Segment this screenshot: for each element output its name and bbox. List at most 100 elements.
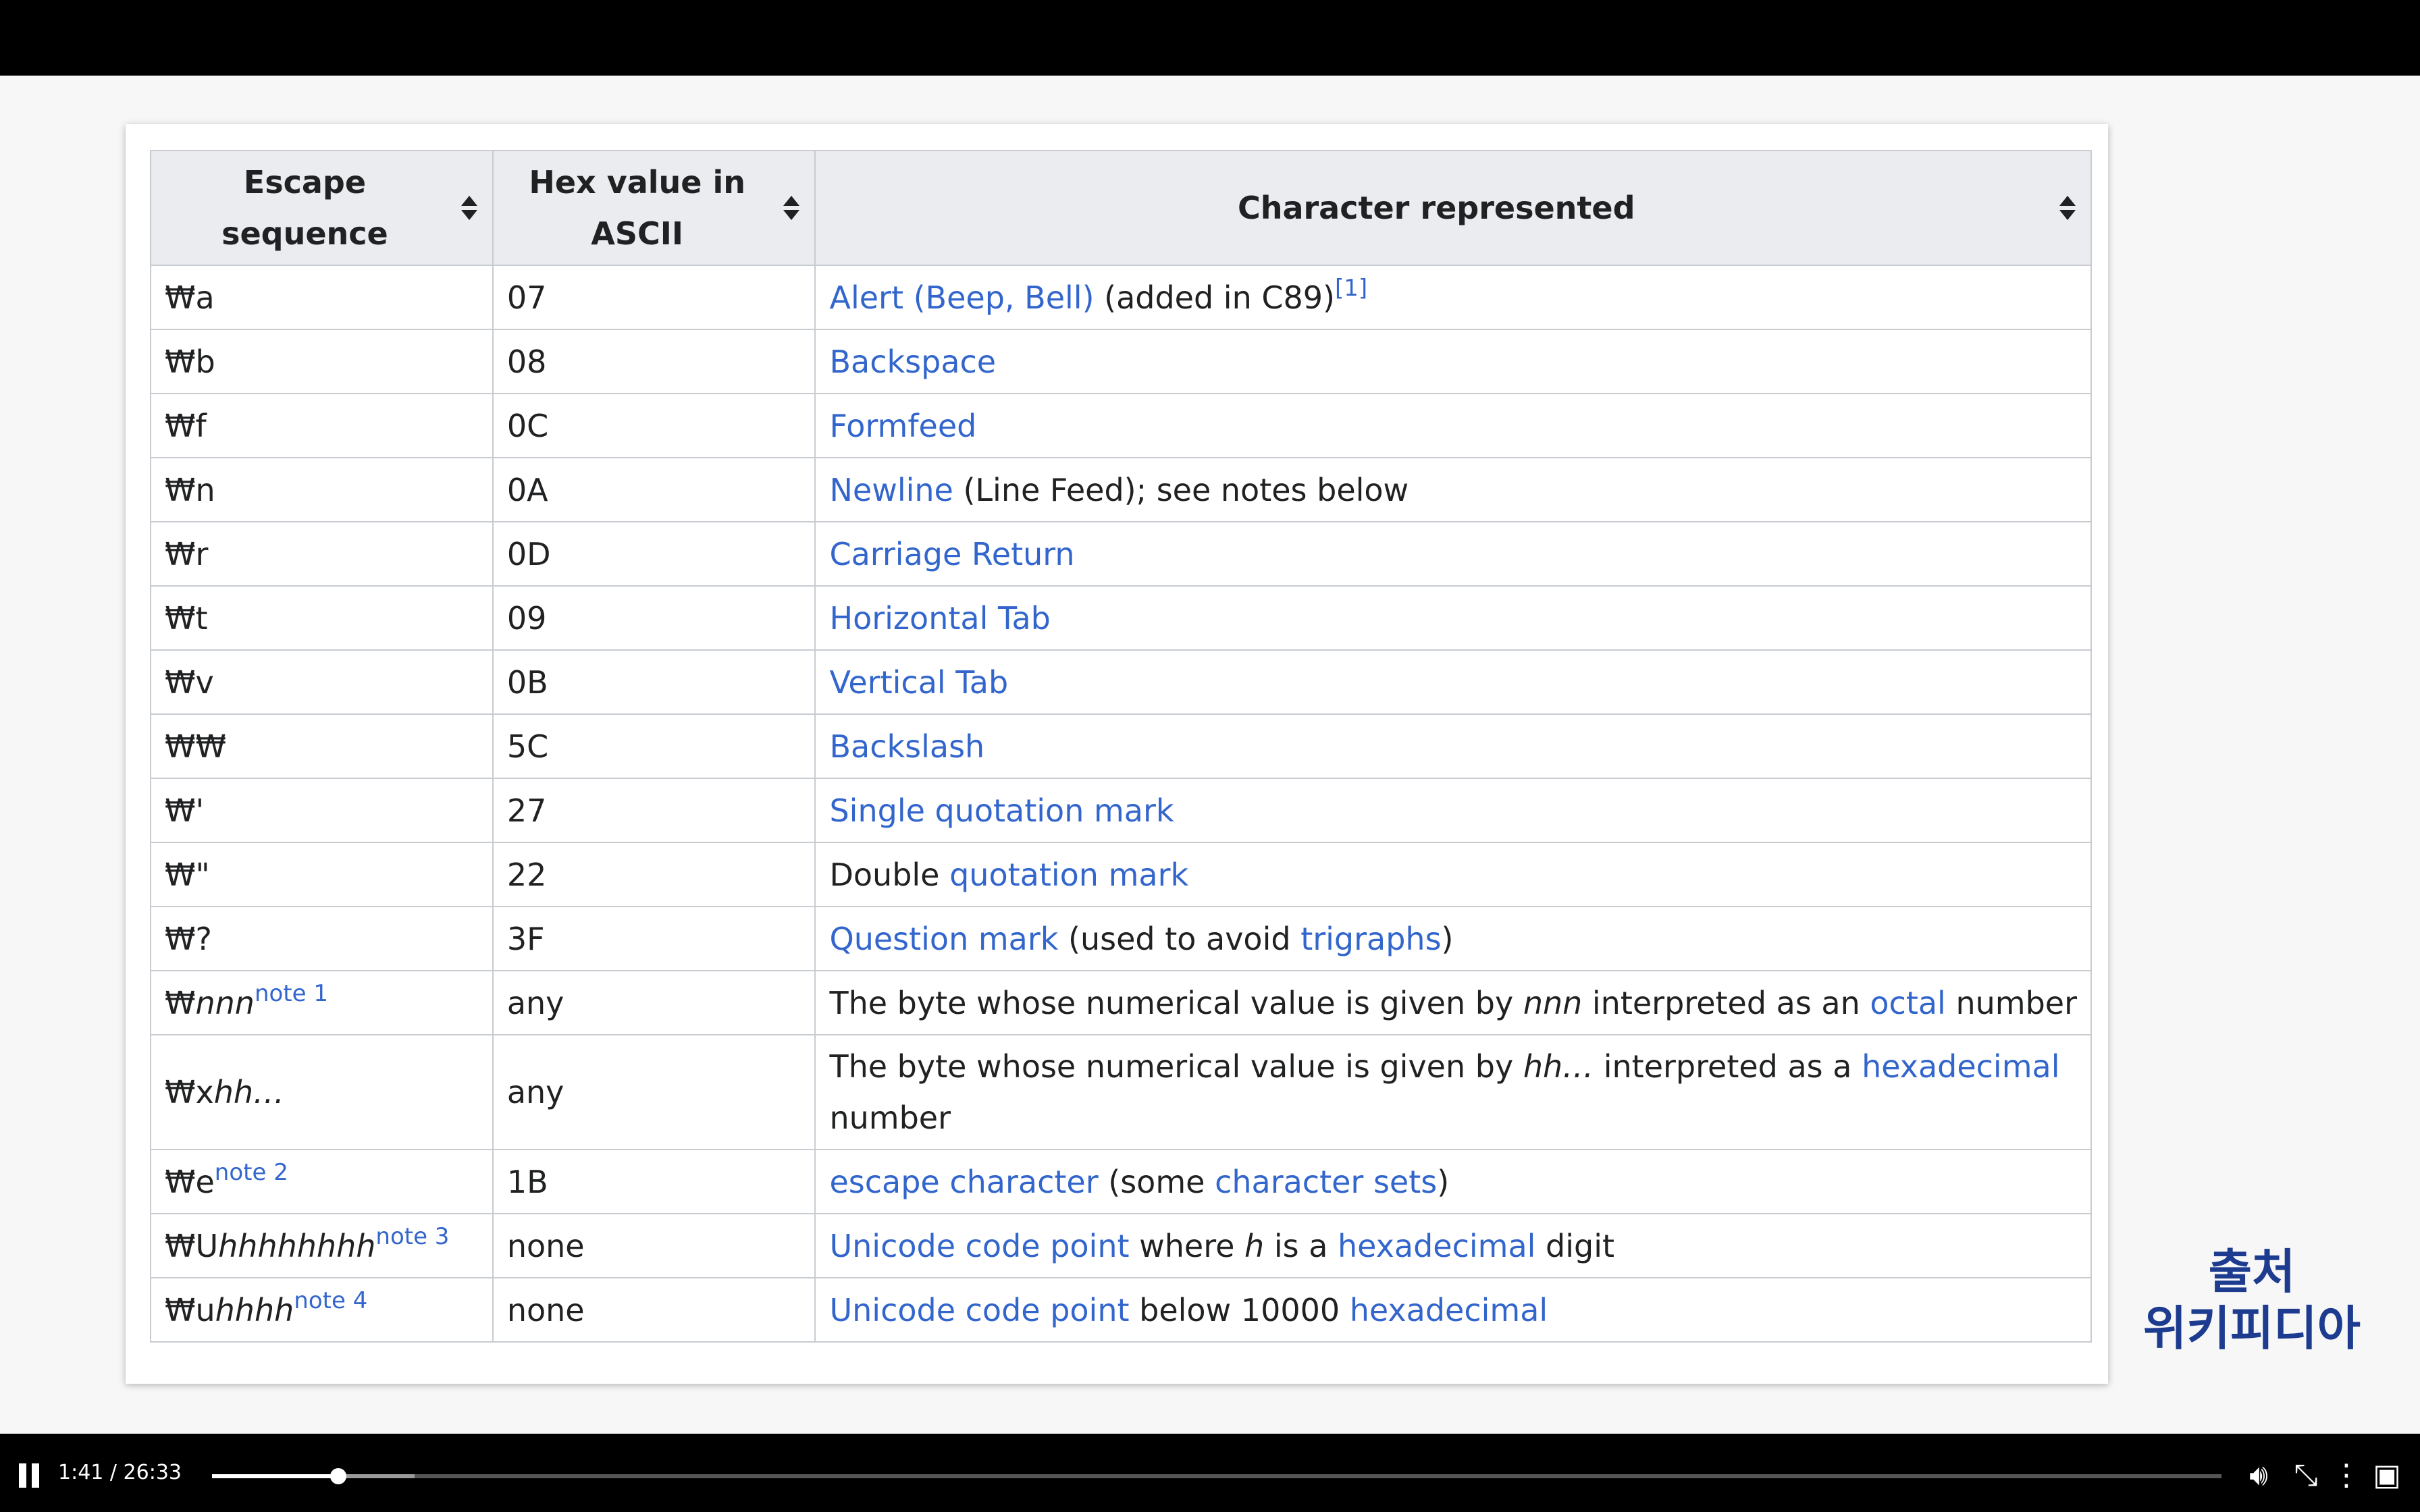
description-text: digit — [1535, 1227, 1615, 1264]
table-row: ₩n 0A Newline (Line Feed); see notes below — [150, 457, 2092, 522]
escape-sequence-cell: ₩t — [150, 585, 494, 651]
description-text: interpreted as a — [1594, 1048, 1862, 1085]
hex-value-cell: 27 — [492, 778, 816, 843]
character-description-cell: Carriage Return — [814, 521, 2092, 587]
played-bar — [212, 1474, 338, 1478]
exit-fullscreen-icon[interactable]: ⤡ — [2288, 1458, 2324, 1493]
wiki-link[interactable]: character sets — [1215, 1164, 1437, 1200]
captions-icon[interactable]: ▣ — [2369, 1458, 2405, 1493]
hex-value-cell: 07 — [492, 265, 816, 330]
pause-icon[interactable] — [18, 1463, 41, 1488]
table-row: ₩f 0C Formfeed — [150, 393, 2092, 458]
sort-icon[interactable] — [2059, 196, 2076, 220]
hex-value-cell: any — [492, 1034, 816, 1150]
header-hex-value[interactable]: Hex value in ASCII — [492, 150, 816, 266]
table-row: ₩? 3F Question mark (used to avoid trigrap… — [150, 906, 2092, 971]
escape-sequence-cell: ₩a — [150, 265, 494, 330]
wiki-link[interactable]: hexadecimal — [1338, 1228, 1535, 1264]
escape-sequence-cell: ₩" — [150, 842, 494, 907]
table-body: ₩a 07 Alert (Beep, Bell) (added in C89)[1]… — [150, 265, 2092, 1343]
italic-text: nnn — [1523, 984, 1583, 1021]
wiki-link[interactable]: hexadecimal — [1862, 1048, 2059, 1085]
character-description-cell: Horizontal Tab — [814, 585, 2092, 651]
wiki-link[interactable]: Unicode code point — [829, 1292, 1129, 1328]
wiki-link[interactable]: Unicode code point — [829, 1228, 1129, 1264]
wiki-link[interactable]: octal — [1870, 985, 1945, 1021]
wiki-link[interactable]: Backslash — [829, 728, 984, 765]
escape-code: ₩b — [165, 343, 215, 380]
description-text: interpreted as an — [1582, 984, 1870, 1021]
footnote-link[interactable]: note 1 — [255, 980, 328, 1007]
wiki-link[interactable]: Vertical Tab — [829, 664, 1008, 701]
wiki-link[interactable]: Backspace — [829, 344, 996, 380]
wiki-link[interactable]: trigraphs — [1300, 921, 1441, 957]
table-row: ₩' 27 Single quotation mark — [150, 778, 2092, 843]
table-row: ₩₩ 5C Backslash — [150, 713, 2092, 779]
sort-icon[interactable] — [783, 196, 800, 220]
description-text: The byte whose numerical value is given … — [829, 984, 1523, 1021]
escape-placeholder: nnn — [195, 984, 255, 1021]
footnote-link[interactable]: note 2 — [215, 1159, 288, 1186]
progress-bar[interactable] — [212, 1474, 2221, 1478]
wiki-link[interactable]: Horizontal Tab — [829, 600, 1050, 637]
table-row: ₩t 09 Horizontal Tab — [150, 585, 2092, 651]
header-escape-sequence[interactable]: Escape sequence — [150, 150, 494, 266]
footnote-link[interactable]: note 3 — [375, 1223, 449, 1250]
description-text: number — [829, 1100, 951, 1136]
description-text: (added in C89) — [1094, 279, 1335, 316]
sort-icon[interactable] — [461, 196, 477, 220]
wiki-link[interactable]: Single quotation mark — [829, 792, 1174, 829]
escape-code: ₩u — [165, 1291, 215, 1328]
wiki-link[interactable]: hexadecimal — [1350, 1292, 1548, 1328]
wiki-link[interactable]: quotation mark — [949, 857, 1188, 893]
description-text: is a — [1264, 1227, 1338, 1264]
character-description-cell: The byte whose numerical value is given … — [814, 970, 2092, 1035]
table-row: ₩" 22 Double quotation mark — [150, 842, 2092, 907]
escape-code: ₩f — [165, 407, 207, 444]
escape-sequence-cell: ₩? — [150, 906, 494, 971]
hex-value-cell: 3F — [492, 906, 816, 971]
wiki-link[interactable]: Formfeed — [829, 408, 976, 444]
escape-sequence-cell: ₩n — [150, 457, 494, 522]
escape-code: ₩t — [165, 599, 208, 637]
wiki-link[interactable]: Newline — [829, 472, 953, 508]
table-header-row: Escape sequence Hex value in ASCII Chara… — [150, 150, 2092, 266]
table-row: ₩uhhhhnote 4 none Unicode code point below… — [150, 1277, 2092, 1343]
table-row: ₩nnnnote 1 any The byte whose numerical va… — [150, 970, 2092, 1035]
escape-code: ₩' — [165, 792, 205, 829]
character-description-cell: Single quotation mark — [814, 778, 2092, 843]
character-description-cell: Question mark (used to avoid trigraphs) — [814, 906, 2092, 971]
description-text: (Line Feed); see notes below — [953, 471, 1409, 508]
volume-icon[interactable]: 🔊︎ — [2240, 1458, 2277, 1493]
wiki-link[interactable]: escape character — [829, 1164, 1098, 1200]
header-character-represented[interactable]: Character represented — [814, 150, 2092, 266]
wiki-link[interactable]: Question mark — [829, 921, 1058, 957]
italic-text: hh… — [1523, 1048, 1594, 1085]
wiki-table-card: Escape sequence Hex value in ASCII Chara… — [126, 124, 2108, 1384]
top-black-bar — [0, 0, 2420, 76]
hex-value-cell: 22 — [492, 842, 816, 907]
character-description-cell: Backspace — [814, 329, 2092, 394]
table-row: ₩b 08 Backspace — [150, 329, 2092, 394]
hex-value-cell: 08 — [492, 329, 816, 394]
escape-sequence-cell: ₩v — [150, 649, 494, 715]
table-row: ₩xhh… any The byte whose numerical value i… — [150, 1034, 2092, 1150]
character-description-cell: Double quotation mark — [814, 842, 2092, 907]
escape-sequence-cell: ₩b — [150, 329, 494, 394]
video-frame[interactable]: Escape sequence Hex value in ASCII Chara… — [0, 76, 2420, 1434]
wiki-link[interactable]: Alert (Beep, Bell) — [829, 279, 1094, 316]
citation-link[interactable]: [1] — [1335, 275, 1367, 302]
character-description-cell: Alert (Beep, Bell) (added in C89)[1] — [814, 265, 2092, 330]
escape-sequence-table: Escape sequence Hex value in ASCII Chara… — [150, 150, 2092, 1343]
scrubber-handle[interactable] — [330, 1468, 346, 1484]
escape-sequence-cell: ₩' — [150, 778, 494, 843]
footnote-link[interactable]: note 4 — [294, 1287, 367, 1314]
hex-value-cell: 0D — [492, 521, 816, 587]
escape-sequence-cell: ₩xhh… — [150, 1034, 494, 1150]
escape-sequence-cell: ₩Uhhhhhhhhnote 3 — [150, 1213, 494, 1278]
hex-value-cell: 0B — [492, 649, 816, 715]
escape-code: ₩a — [165, 279, 215, 316]
hex-value-cell: 0A — [492, 457, 816, 522]
more-options-icon[interactable]: ⋮ — [2328, 1458, 2365, 1493]
wiki-link[interactable]: Carriage Return — [829, 536, 1074, 572]
